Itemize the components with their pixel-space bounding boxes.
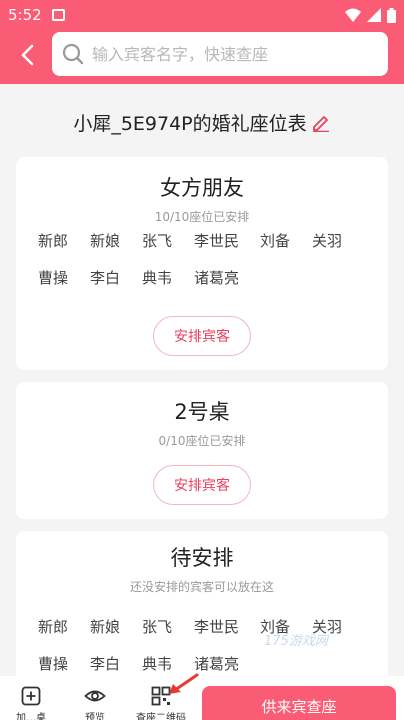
signal-icon <box>367 8 381 22</box>
add-table-label: 加…桌 <box>16 713 46 720</box>
guest-chip[interactable]: 典韦 <box>142 260 194 297</box>
guest-chip[interactable]: 李世民 <box>194 609 260 646</box>
plus-square-icon <box>21 686 41 706</box>
image-notification-icon <box>51 9 65 21</box>
guest-chip[interactable]: 曹操 <box>38 260 90 297</box>
preview-label: 预览 <box>85 713 105 720</box>
add-table-button[interactable]: 加…桌 <box>16 686 46 720</box>
status-icons <box>345 7 396 23</box>
chevron-left-icon <box>21 44 34 66</box>
guest-chip[interactable]: 关羽 <box>312 223 364 260</box>
annotation-arrow-icon <box>169 673 199 694</box>
header <box>0 30 404 84</box>
page-title: 小犀_5E974P的婚礼座位表 <box>73 112 307 135</box>
table-seat-status: 还没安排的宾客可以放在这 <box>129 580 274 594</box>
pencil-icon <box>312 116 329 132</box>
table-name: 女方朋友 <box>160 176 244 200</box>
guest-chip[interactable]: 新郎 <box>38 223 90 260</box>
guest-chip[interactable]: 张飞 <box>142 609 194 646</box>
guest-chip[interactable]: 新郎 <box>38 609 90 646</box>
edit-title-button[interactable] <box>311 112 331 132</box>
table-card: 女方朋友 10/10座位已安排 新郎 新娘 张飞 李世民 刘备 关羽 曹操 李白… <box>16 157 388 370</box>
seat-qrcode-label: 查座二维码 <box>136 713 186 720</box>
watermark: 175游戏网 <box>264 634 328 649</box>
table-seat-status: 0/10座位已安排 <box>158 434 246 448</box>
battery-icon <box>387 7 396 23</box>
search-icon <box>62 43 84 65</box>
table-name: 待安排 <box>170 546 234 570</box>
guest-chip[interactable]: 诸葛亮 <box>194 260 260 297</box>
table-name: 2号桌 <box>174 400 230 424</box>
guest-list: 新郎 新娘 张飞 李世民 刘备 关羽 曹操 李白 典韦 诸葛亮 <box>38 223 378 297</box>
guest-chip[interactable]: 张飞 <box>142 223 194 260</box>
guest-chip[interactable]: 刘备 <box>260 223 312 260</box>
arrange-guests-button[interactable]: 安排宾客 <box>153 465 251 505</box>
eye-icon <box>84 690 106 702</box>
status-time: 5:52 <box>8 6 42 24</box>
back-button[interactable] <box>12 40 42 70</box>
guest-chip[interactable]: 李世民 <box>194 223 260 260</box>
search-input[interactable] <box>92 44 388 64</box>
page-title-row: 小犀_5E974P的婚礼座位表 <box>0 105 404 139</box>
search-box[interactable] <box>52 32 388 76</box>
preview-button[interactable]: 预览 <box>84 686 106 720</box>
status-bar: 5:52 <box>0 0 404 30</box>
unassigned-card: 待安排 还没安排的宾客可以放在这 新郎 新娘 张飞 李世民 刘备 关羽 曹操 李… <box>16 531 388 691</box>
arrange-guests-button[interactable]: 安排宾客 <box>153 316 251 356</box>
guest-chip[interactable]: 新娘 <box>90 609 142 646</box>
guest-chip[interactable]: 新娘 <box>90 223 142 260</box>
guest-chip[interactable]: 李白 <box>90 260 142 297</box>
wifi-icon <box>345 8 361 22</box>
guest-seat-lookup-button[interactable]: 供来宾查座 <box>202 686 396 720</box>
table-card: 2号桌 0/10座位已安排 安排宾客 <box>16 382 388 519</box>
